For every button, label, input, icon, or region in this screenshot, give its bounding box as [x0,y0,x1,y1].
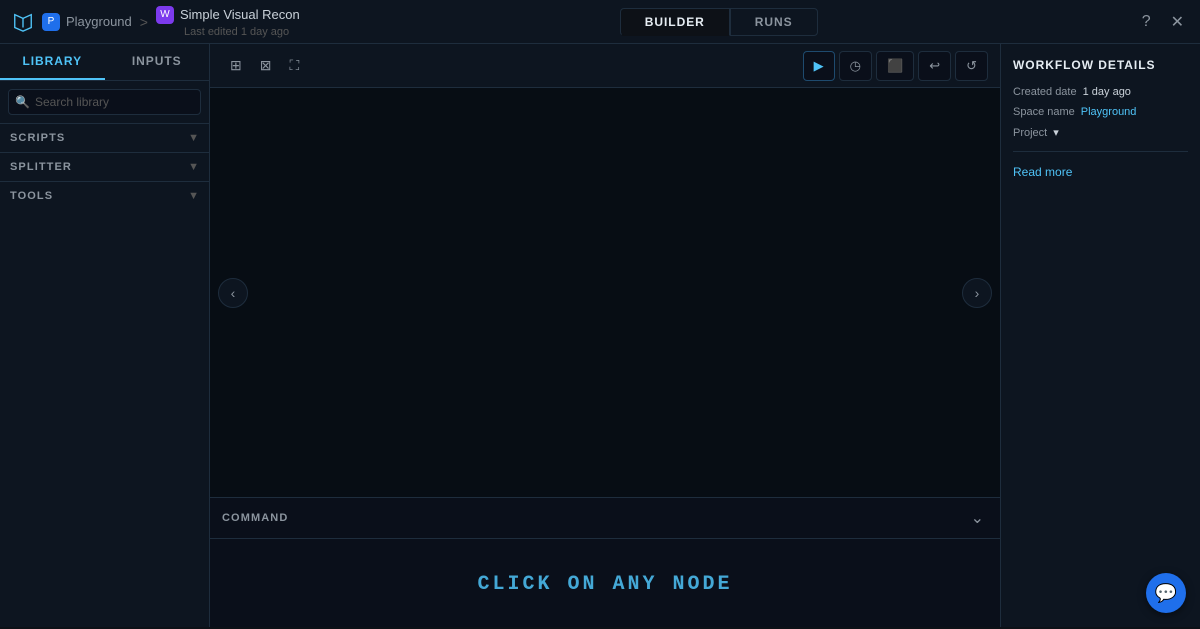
undo-button[interactable]: ↩ [918,51,951,81]
canvas-area: ⊞ ⊠ ⛶ ▶ ◷ ⬛ ↩ [210,44,1000,627]
detail-row-project: Project ▾ [1013,126,1188,139]
workflow-icon: W [156,6,174,24]
topbar-tabs: BUILDER RUNS [620,8,818,36]
detail-row-created: Created date 1 day ago [1013,86,1188,98]
command-collapse-button[interactable]: ⌄ [967,504,988,532]
canvas-nav-left-button[interactable]: ‹ [218,278,248,308]
section-splitter-label: SPLITTER [10,161,72,173]
space-name-label: Space name [1013,106,1075,118]
history-icon: ↺ [966,58,977,74]
chevron-splitter-icon: ▼ [188,161,199,173]
chevron-right-icon: › [975,285,980,301]
section-splitter[interactable]: SPLITTER ▼ [0,152,209,181]
topbar: P Playground > W Simple Visual Recon Las… [0,0,1200,44]
canvas-tool-group: ⊞ ⊠ ⛶ [222,51,307,80]
brand-logo-icon [12,11,34,33]
search-box: 🔍 [8,89,201,115]
sidebar-tab-library[interactable]: LIBRARY [0,44,105,80]
breadcrumb-sep: > [140,14,148,30]
detail-row-space: Space name Playground [1013,106,1188,118]
history-button[interactable]: ↺ [955,51,988,81]
topbar-right: ? ✕ [1138,8,1188,36]
created-date-value: 1 day ago [1083,86,1131,98]
canvas-nav-right-button[interactable]: › [962,278,992,308]
save-icon: ⬛ [887,58,903,74]
project-label: Project [1013,127,1047,139]
breadcrumb-space[interactable]: P Playground [42,13,132,31]
chevron-tools-icon: ▼ [188,190,199,202]
canvas-action-group: ▶ ◷ ⬛ ↩ ↺ [803,51,988,81]
canvas-toolbar: ⊞ ⊠ ⛶ ▶ ◷ ⬛ ↩ [210,44,1000,88]
right-panel: WORKFLOW DETAILS Created date 1 day ago … [1000,44,1200,627]
tool-grid-button[interactable]: ⊞ [222,51,250,80]
chat-icon: 💬 [1155,583,1177,604]
expand-icon: ⛶ [289,57,299,74]
command-title: COMMAND [222,512,288,524]
canvas-main[interactable]: ‹ › [210,88,1000,497]
run-button[interactable]: ▶ [803,51,835,81]
main-layout: LIBRARY INPUTS 🔍 SCRIPTS ▼ SPLITTER ▼ TO… [0,44,1200,627]
tool-expand-button[interactable]: ⛶ [281,51,307,80]
command-body: CLICK ON ANY NODE [210,539,1000,629]
help-icon: ? [1142,13,1151,31]
project-dropdown[interactable]: ▾ [1053,126,1059,139]
chevron-left-icon: ‹ [231,285,236,301]
tool-cursor-button[interactable]: ⊠ [252,51,280,80]
sidebar-tabs: LIBRARY INPUTS [0,44,209,81]
search-icon: 🔍 [15,95,30,109]
breadcrumb-space-label: Playground [66,14,132,29]
section-tools-label: TOOLS [10,190,53,202]
tab-builder[interactable]: BUILDER [620,8,730,36]
last-edited-text: Last edited 1 day ago [184,26,300,38]
search-input[interactable] [8,89,201,115]
collapse-icon: ⌄ [971,508,984,528]
cursor-icon: ⊠ [260,57,272,74]
command-panel: COMMAND ⌄ CLICK ON ANY NODE [210,497,1000,627]
tab-runs[interactable]: RUNS [730,8,818,36]
save-button[interactable]: ⬛ [876,51,914,81]
created-date-label: Created date [1013,86,1077,98]
chat-bubble-button[interactable]: 💬 [1146,573,1186,613]
space-name-value[interactable]: Playground [1081,106,1137,118]
chevron-scripts-icon: ▼ [188,132,199,144]
click-any-node-text: CLICK ON ANY NODE [477,573,732,596]
grid-icon: ⊞ [230,57,242,74]
schedule-button[interactable]: ◷ [839,51,872,81]
topbar-left: P Playground > W Simple Visual Recon Las… [12,6,300,38]
help-button[interactable]: ? [1138,9,1155,35]
undo-icon: ↩ [929,58,940,74]
sidebar: LIBRARY INPUTS 🔍 SCRIPTS ▼ SPLITTER ▼ TO… [0,44,210,627]
sidebar-tab-inputs[interactable]: INPUTS [105,44,210,80]
divider [1013,151,1188,152]
read-more-button[interactable]: Read more [1013,165,1072,179]
play-icon: ▶ [814,58,824,74]
close-button[interactable]: ✕ [1167,8,1188,36]
command-header: COMMAND ⌄ [210,498,1000,539]
space-icon: P [42,13,60,31]
breadcrumb-workflow-label: Simple Visual Recon [180,7,300,22]
close-icon: ✕ [1171,12,1184,32]
section-tools[interactable]: TOOLS ▼ [0,181,209,210]
section-scripts-label: SCRIPTS [10,132,65,144]
timer-icon: ◷ [850,58,861,74]
workflow-details-title: WORKFLOW DETAILS [1013,58,1188,72]
section-scripts[interactable]: SCRIPTS ▼ [0,123,209,152]
breadcrumb-workflow[interactable]: W Simple Visual Recon [156,6,300,24]
